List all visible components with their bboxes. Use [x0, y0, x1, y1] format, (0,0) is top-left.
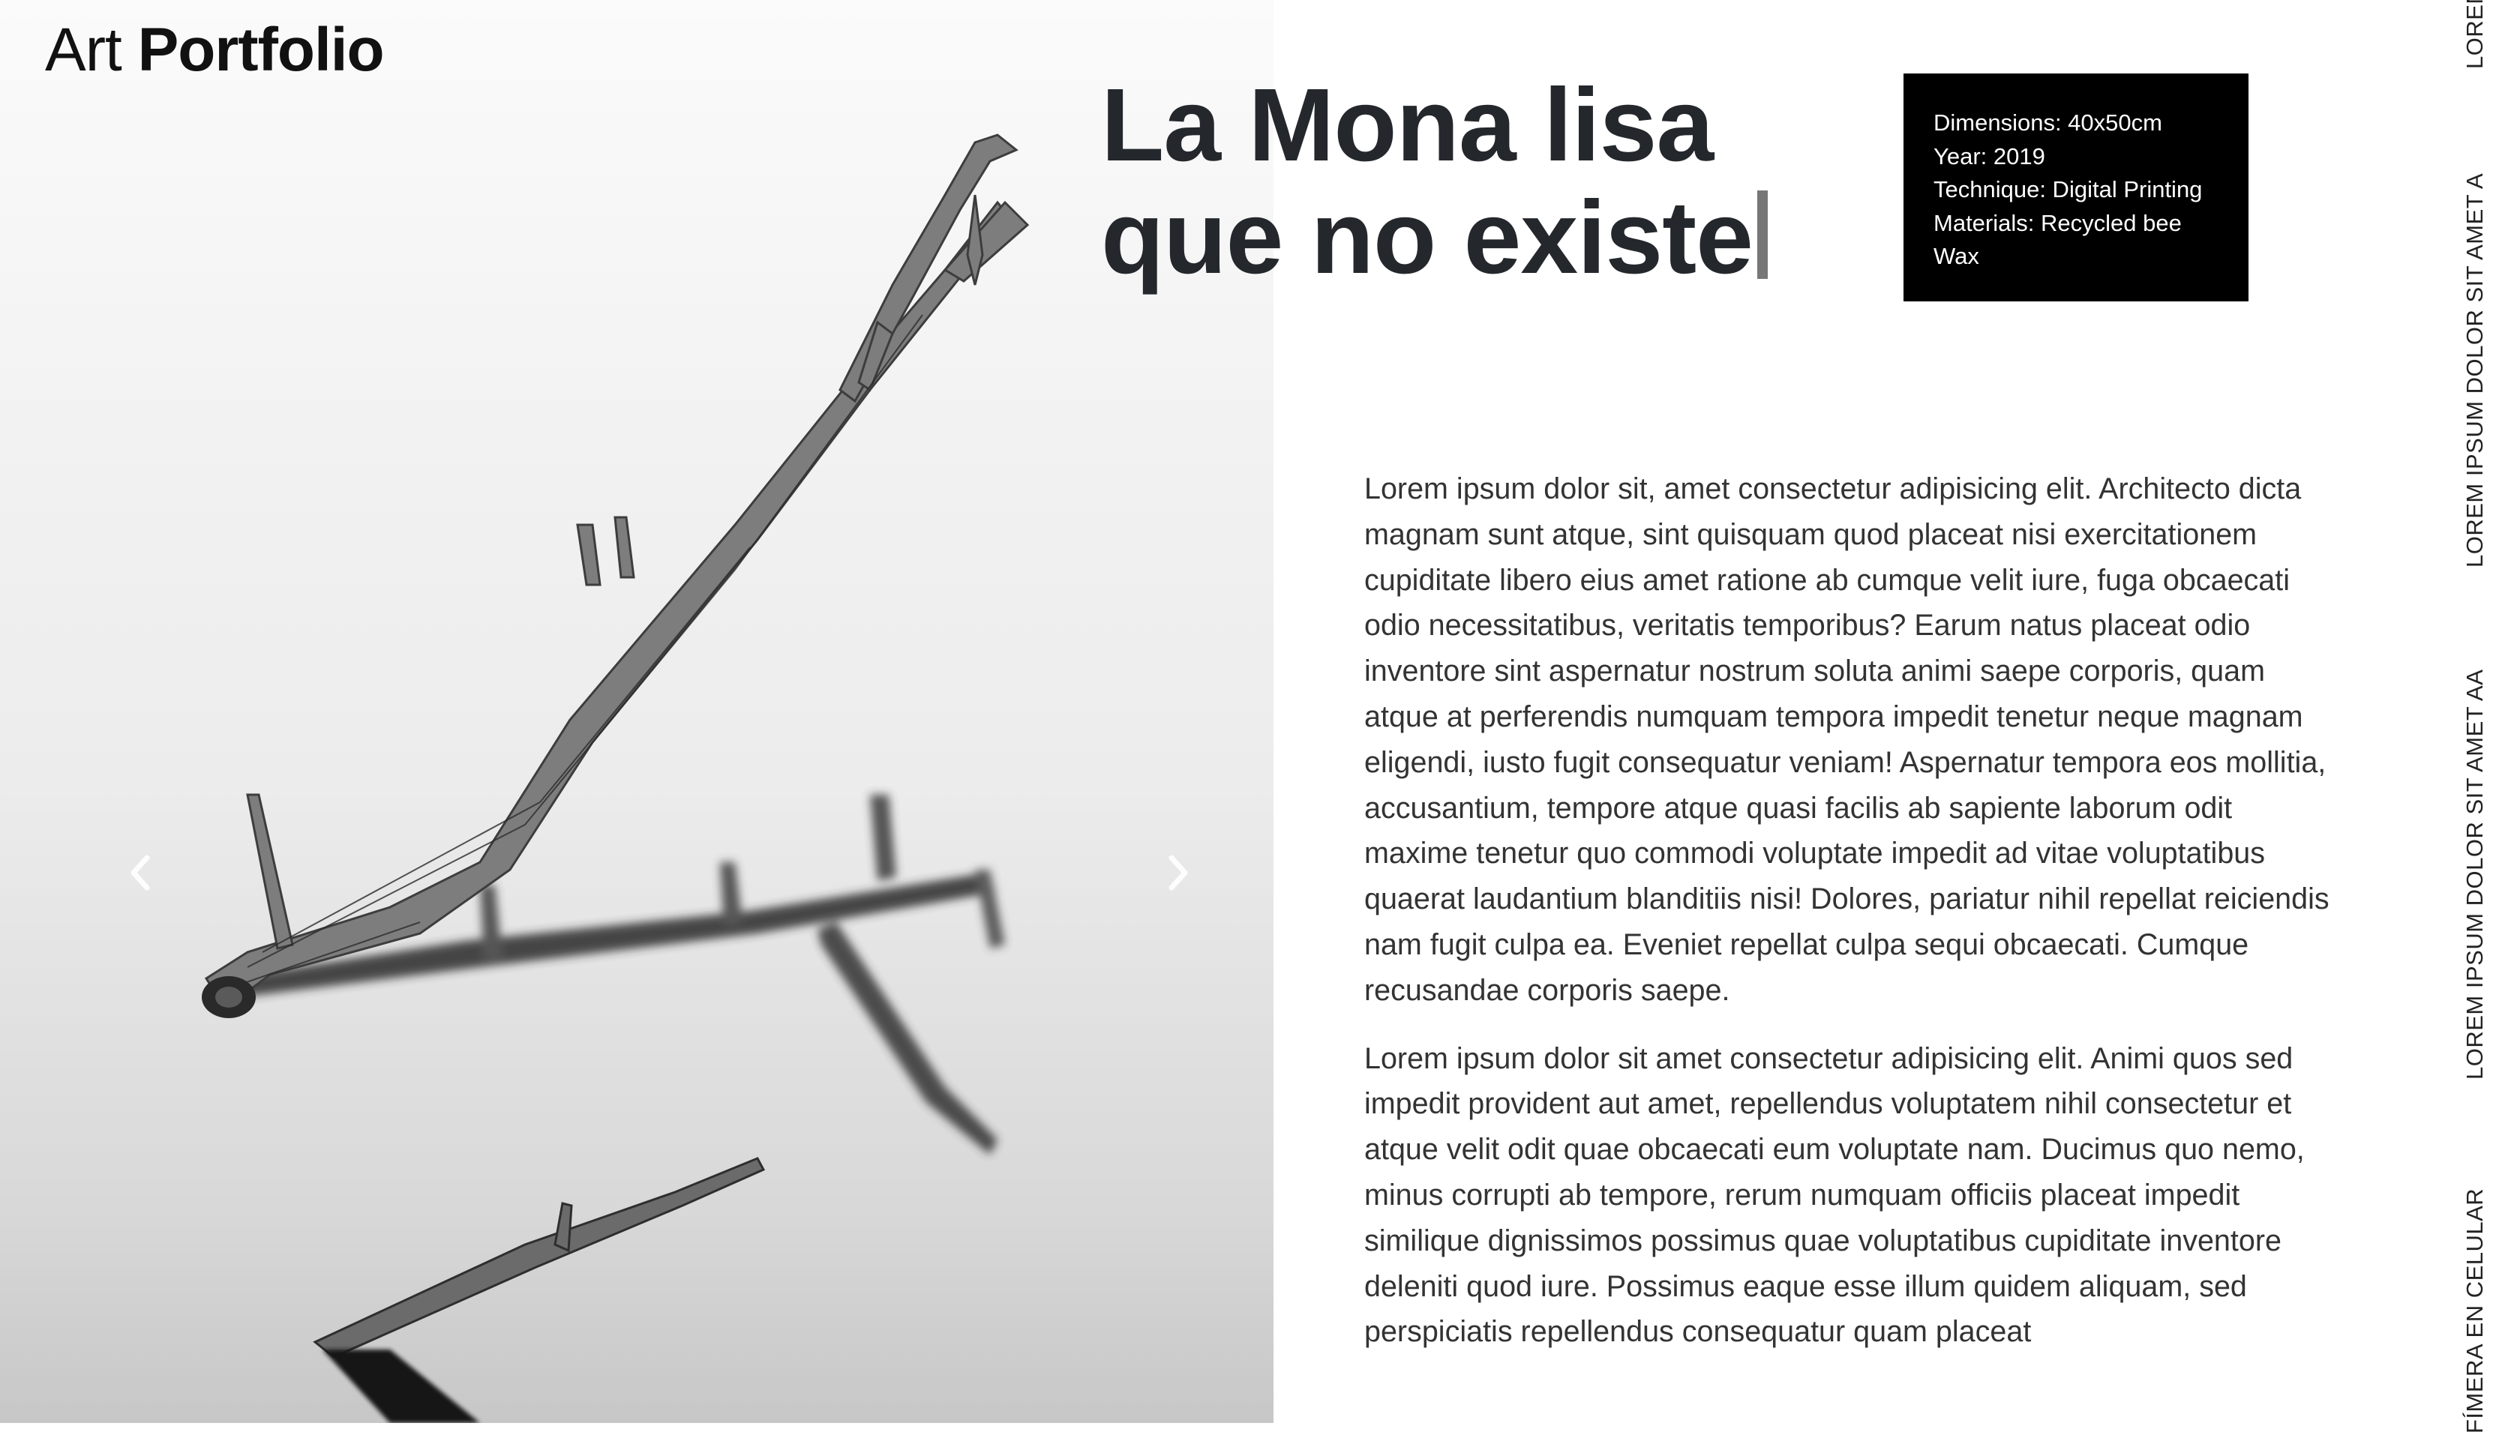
side-nav-link-2[interactable]: LOREM IPSUM DOLOR SIT AMET A: [2452, 173, 2498, 568]
spec-dimensions: Dimensions: 40x50cm: [1934, 109, 2162, 136]
artwork-title: La Mona lisa que no existe: [1101, 69, 1821, 294]
artwork-specs-box: Dimensions: 40x50cm Year: 2019 Technique…: [1904, 73, 2248, 301]
site-logo[interactable]: Art Portfolio: [45, 9, 385, 91]
description-paragraph: Lorem ipsum dolor sit, amet consectetur …: [1364, 472, 2330, 1007]
side-nav-link-1[interactable]: LOREM: [2452, 0, 2498, 69]
carousel-next-button[interactable]: [1162, 853, 1192, 892]
side-nav-link-label: LOREM IPSUM DOLOR SIT AMET A: [2462, 172, 2488, 568]
side-nav-link-label: FÍMERA EN CELULAR: [2462, 1188, 2488, 1434]
artwork-title-text: La Mona lisa que no existe: [1101, 67, 1754, 295]
spec-year: Year: 2019: [1934, 142, 2045, 169]
vertical-side-nav: LOREM LOREM IPSUM DOLOR SIT AMET A LOREM…: [2452, 0, 2498, 1456]
typing-cursor: [1756, 190, 1768, 279]
spec-materials: Materials: Recycled bee: [1934, 209, 2182, 236]
logo-word-portfolio: Portfolio: [137, 16, 385, 84]
hero-image-carousel: Art Portfolio: [0, 0, 1274, 1423]
side-nav-link-3[interactable]: LOREM IPSUM DOLOR SIT AMET AA: [2452, 670, 2498, 1080]
description-paragraph: Lorem ipsum dolor sit amet consectetur a…: [1364, 1041, 2305, 1349]
spec-technique: Technique: Digital Printing: [1934, 176, 2203, 202]
artwork-description: Lorem ipsum dolor sit, amet consectetur …: [1364, 466, 2339, 1377]
side-nav-link-label: LOREM: [2462, 0, 2488, 69]
carousel-prev-button[interactable]: [126, 853, 156, 892]
driftwood-photo: [202, 133, 1030, 1423]
spec-materials-continued: Wax: [1934, 243, 1979, 269]
side-nav-link-4[interactable]: FÍMERA EN CELULAR: [2452, 1188, 2498, 1434]
chevron-right-icon: [1168, 855, 1188, 891]
chevron-left-icon: [130, 855, 150, 891]
logo-word-art: Art: [45, 16, 122, 84]
side-nav-link-label: LOREM IPSUM DOLOR SIT AMET AA: [2462, 669, 2488, 1080]
page: Art Portfolio La Mona lisa que no existe…: [0, 0, 2520, 1456]
